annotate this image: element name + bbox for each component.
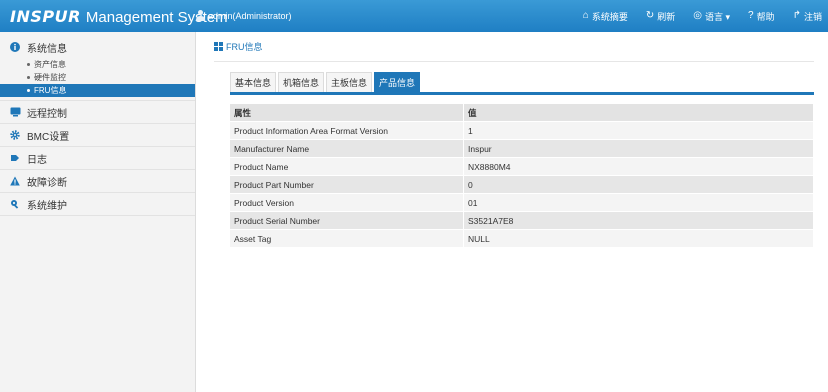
table-row: Manufacturer Name Inspur [229,139,814,158]
sidebar-item-bmc-settings[interactable]: BMC设置 [0,124,195,146]
logout-icon: ↱ [792,10,801,21]
bullet-icon [27,76,30,79]
header-nav: ⌂ 系统摘要 ↻ 刷新 ◎ 语言 ▾ ? 帮助 ↱ 注销 [565,0,822,32]
sidebar-subitem-asset-info[interactable]: 资产信息 [0,58,195,71]
help-link[interactable]: ? 帮助 [748,10,775,23]
refresh-label: 刷新 [657,11,676,22]
system-summary-label: 系统摘要 [591,11,628,22]
refresh-link[interactable]: ↻ 刷新 [646,10,675,23]
refresh-icon: ↻ [645,10,655,21]
sidebar-group: 系统维护 [0,193,195,216]
sidebar-item-maintenance[interactable]: 系统维护 [0,193,195,215]
page-title: FRU信息 [214,32,814,62]
wrench-icon [9,198,21,210]
table-cell-value: Inspur [463,139,814,158]
sidebar-group: 远程控制 [0,101,195,124]
tab-board-info[interactable]: 主板信息 [326,72,373,92]
inspur-logo: INSPUR [10,7,81,26]
sidebar-group: 故障诊断 [0,170,195,193]
logout-link[interactable]: ↱ 注销 [793,10,822,23]
table-row: Asset Tag NULL [229,229,814,248]
system-summary-link[interactable]: ⌂ 系统摘要 [583,10,628,23]
table-cell-attribute: Product Version [229,193,464,212]
sidebar-item-label: 远程控制 [27,108,67,120]
sidebar-item-label: 故障诊断 [27,177,67,189]
column-header-attribute: 属性 [229,103,464,122]
table-row: Product Information Area Format Version … [229,121,814,140]
monitor-icon [9,106,21,118]
sidebar-subitem-label: 资产信息 [34,60,66,69]
tab-chassis-info[interactable]: 机箱信息 [278,72,325,92]
tab-product-info[interactable]: 产品信息 [374,72,421,92]
bullet-icon [27,63,30,66]
sidebar-item-remote-control[interactable]: 远程控制 [0,101,195,123]
table-cell-attribute: Product Part Number [229,175,464,194]
user-label: admin(Administrator) [208,10,292,21]
main-content: FRU信息 基本信息 机箱信息 主板信息 产品信息 属性 值 Product I… [214,32,818,248]
tab-basic-info[interactable]: 基本信息 [230,72,277,92]
bullet-icon [27,89,30,92]
fru-table: 属性 值 Product Information Area Format Ver… [229,103,814,248]
gear-icon [9,129,21,141]
brand: INSPUR Management System [10,7,228,26]
sidebar-item-label: 系统维护 [27,200,67,212]
table-row: Product Name NX8880M4 [229,157,814,176]
logout-label: 注销 [803,11,822,22]
table-row: Product Part Number 0 [229,175,814,194]
table-row: Product Serial Number S3521A7E8 [229,211,814,230]
table-cell-value: NULL [463,229,814,248]
help-icon: ? [748,10,754,21]
table-cell-attribute: Product Information Area Format Version [229,121,464,140]
sidebar-item-logs[interactable]: 日志 [0,147,195,169]
top-header: INSPUR Management System admin(Administr… [0,0,828,32]
sidebar: 系统信息 资产信息 硬件监控 FRU信息 远程控制 BMC设置 日志 故障诊断 … [0,32,196,392]
warning-icon [9,175,21,187]
sidebar-item-label: 日志 [27,154,47,166]
sidebar-subitem-label: FRU信息 [34,86,67,95]
table-cell-value: S3521A7E8 [463,211,814,230]
sidebar-subitem-fru-info[interactable]: FRU信息 [0,84,195,97]
sidebar-item-label: BMC设置 [27,131,70,143]
sidebar-item-diagnostics[interactable]: 故障诊断 [0,170,195,192]
sidebar-item-label: 系统信息 [27,43,67,55]
page-title-text: FRU信息 [226,42,263,52]
table-cell-value: 01 [463,193,814,212]
table-row: Product Version 01 [229,193,814,212]
sidebar-group: 日志 [0,147,195,170]
language-label: 语言 ▾ [704,11,731,22]
table-cell-attribute: Manufacturer Name [229,139,464,158]
sidebar-group-system-info: 系统信息 资产信息 硬件监控 FRU信息 [0,32,195,101]
help-label: 帮助 [756,11,775,22]
home-icon: ⌂ [582,10,589,21]
sidebar-subitem-hardware-monitor[interactable]: 硬件监控 [0,71,195,84]
language-dropdown[interactable]: ◎ 语言 ▾ [693,10,730,23]
tab-underline [230,92,814,95]
language-icon: ◎ [693,10,702,21]
log-icon [9,152,21,164]
current-user: admin(Administrator) [196,10,292,21]
table-cell-attribute: Product Name [229,157,464,176]
sidebar-group: BMC设置 [0,124,195,147]
table-cell-value: NX8880M4 [463,157,814,176]
tab-bar: 基本信息 机箱信息 主板信息 产品信息 [230,72,422,92]
info-icon [9,41,21,53]
column-header-value: 值 [463,103,814,122]
user-icon [196,10,205,21]
table-cell-value: 0 [463,175,814,194]
table-cell-attribute: Product Serial Number [229,211,464,230]
grid-icon [214,42,223,51]
table-cell-attribute: Asset Tag [229,229,464,248]
table-header-row: 属性 值 [229,103,814,122]
sidebar-subitem-label: 硬件监控 [34,73,66,82]
sidebar-item-system-info[interactable]: 系统信息 [0,36,195,58]
table-cell-value: 1 [463,121,814,140]
